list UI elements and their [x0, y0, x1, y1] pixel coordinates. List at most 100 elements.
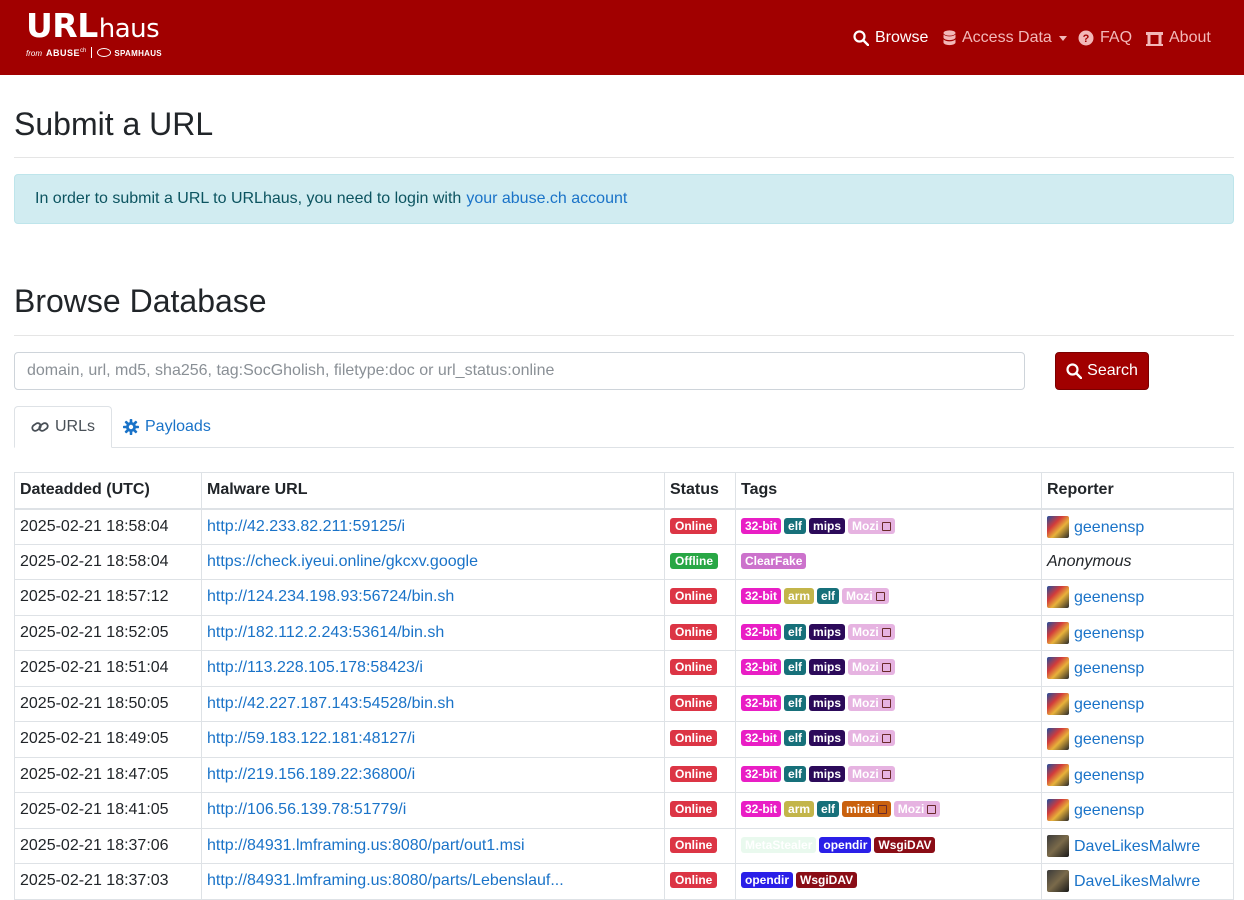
tag-badge[interactable]: Mozi: [848, 623, 895, 640]
nav-browse[interactable]: Browse: [853, 26, 928, 50]
tag-badge[interactable]: elf: [817, 801, 840, 818]
tag-badge[interactable]: mips: [809, 765, 846, 782]
tag-badge[interactable]: arm: [784, 588, 815, 605]
reporter-link[interactable]: geenensp: [1074, 625, 1144, 642]
tag-badge[interactable]: Mozi: [848, 765, 895, 782]
tag-badge[interactable]: 32-bit: [741, 801, 782, 818]
gear-icon: [123, 419, 139, 435]
tag-badge[interactable]: elf: [784, 659, 807, 676]
tag-badge[interactable]: Mozi: [893, 801, 941, 818]
avatar: [1047, 728, 1069, 751]
tag-badge[interactable]: MetaStealer: [741, 836, 817, 853]
cell-malware-url: http://219.156.189.22:36800/i: [201, 756, 665, 793]
cell-dateadded: 2025-02-21 18:37:03: [14, 863, 202, 900]
tag-badge[interactable]: elf: [784, 517, 807, 534]
tag-badge[interactable]: elf: [784, 694, 807, 711]
cell-status: Online: [664, 827, 736, 864]
malware-url-link[interactable]: http://59.183.122.181:48127/i: [207, 730, 415, 747]
nav-faq[interactable]: ? FAQ: [1078, 26, 1132, 50]
reporter-anonymous: Anonymous: [1047, 552, 1132, 570]
tag-badge[interactable]: WsgiDAV: [796, 872, 858, 889]
cell-dateadded: 2025-02-21 18:58:04: [14, 508, 202, 545]
malware-url-link[interactable]: http://42.227.187.143:54528/bin.sh: [207, 695, 454, 712]
tag-badge[interactable]: mips: [809, 517, 846, 534]
tag-badge[interactable]: Mozi: [842, 588, 889, 605]
nav-about-label: About: [1169, 29, 1211, 46]
tag-badge[interactable]: 32-bit: [741, 730, 782, 747]
tag-label: 32-bit: [745, 589, 778, 604]
tab-payloads[interactable]: Payloads: [107, 406, 227, 448]
col-dateadded[interactable]: Dateadded (UTC): [14, 472, 202, 510]
tag-badge[interactable]: Mozi: [848, 659, 895, 676]
cell-reporter: geenensp: [1041, 721, 1234, 758]
urlhaus-logo[interactable]: URLhaus from ABUSEch SPAMHAUS: [26, 6, 162, 58]
col-status[interactable]: Status: [664, 472, 736, 510]
tag-badge[interactable]: elf: [784, 623, 807, 640]
external-link-icon: [881, 521, 891, 531]
malware-url-link[interactable]: http://84931.lmframing.us:8080/part/out1…: [207, 837, 525, 854]
reporter-link[interactable]: DaveLikesMalwre: [1074, 838, 1200, 855]
tag-badge[interactable]: WsgiDAV: [874, 836, 936, 853]
tag-badge[interactable]: 32-bit: [741, 517, 782, 534]
reporter-link[interactable]: geenensp: [1074, 802, 1144, 819]
nav-browse-label: Browse: [875, 29, 929, 46]
tag-label: Mozi: [852, 731, 879, 746]
tag-badge[interactable]: 32-bit: [741, 659, 782, 676]
tag-badge[interactable]: Mozi: [848, 694, 895, 711]
cell-tags: 32-bit arm elf mirai Mozi: [735, 792, 1042, 829]
abuse-account-link[interactable]: your abuse.ch account: [466, 190, 627, 208]
malware-url-link[interactable]: http://182.112.2.243:53614/bin.sh: [207, 624, 444, 641]
tag-label: 32-bit: [745, 731, 778, 746]
tag-label: ClearFake: [745, 553, 803, 568]
reporter-link[interactable]: geenensp: [1074, 731, 1144, 748]
tag-badge[interactable]: ClearFake: [741, 552, 807, 569]
tag-badge[interactable]: 32-bit: [741, 588, 782, 605]
col-malware-url[interactable]: Malware URL: [201, 472, 665, 510]
tag-badge[interactable]: mips: [809, 623, 846, 640]
nav-about[interactable]: About: [1146, 26, 1211, 50]
tag-badge[interactable]: mips: [809, 659, 846, 676]
tag-badge[interactable]: mips: [809, 694, 846, 711]
tag-badge[interactable]: Mozi: [848, 730, 895, 747]
tab-urls[interactable]: URLs: [14, 406, 113, 448]
reporter-link[interactable]: geenensp: [1074, 589, 1144, 606]
col-tags[interactable]: Tags: [735, 472, 1042, 510]
reporter-link[interactable]: DaveLikesMalwre: [1074, 873, 1200, 890]
tag-badge[interactable]: opendir: [741, 872, 793, 889]
reporter-link[interactable]: geenensp: [1074, 519, 1144, 536]
tag-badge[interactable]: 32-bit: [741, 694, 782, 711]
tag-badge[interactable]: arm: [784, 801, 815, 818]
tag-label: arm: [788, 589, 811, 604]
tag-badge[interactable]: elf: [817, 588, 840, 605]
cell-reporter: DaveLikesMalwre: [1041, 863, 1234, 900]
tag-badge[interactable]: mirai: [842, 801, 891, 818]
table-row: 2025-02-21 18:58:04 http://42.233.82.211:…: [14, 508, 1234, 545]
tag-badge[interactable]: elf: [784, 765, 807, 782]
tag-badge[interactable]: elf: [784, 730, 807, 747]
malware-url-link[interactable]: http://124.234.198.93:56724/bin.sh: [207, 588, 454, 605]
malware-url-link[interactable]: http://84931.lmframing.us:8080/parts/Leb…: [207, 872, 564, 889]
tag-badge[interactable]: mips: [809, 730, 846, 747]
malware-url-link[interactable]: http://113.228.105.178:58423/i: [207, 659, 423, 676]
tag-badge[interactable]: 32-bit: [741, 765, 782, 782]
reporter-link[interactable]: geenensp: [1074, 767, 1144, 784]
tag-badge[interactable]: 32-bit: [741, 623, 782, 640]
cell-malware-url: http://124.234.198.93:56724/bin.sh: [201, 579, 665, 616]
cell-malware-url: http://84931.lmframing.us:8080/part/out1…: [201, 827, 665, 864]
nav-access-data-dropdown[interactable]: Access Data: [943, 26, 1067, 50]
malware-url-link[interactable]: http://219.156.189.22:36800/i: [207, 766, 415, 783]
malware-url-link[interactable]: https://check.iyeui.online/gkcxv.google: [207, 553, 478, 570]
reporter-link[interactable]: geenensp: [1074, 660, 1144, 677]
col-reporter[interactable]: Reporter: [1041, 472, 1234, 510]
link-icon: [31, 422, 49, 432]
tag-badge[interactable]: Mozi: [848, 517, 895, 534]
reporter-link[interactable]: geenensp: [1074, 696, 1144, 713]
tag-label: elf: [788, 624, 803, 639]
table-row: 2025-02-21 18:49:05 http://59.183.122.181…: [14, 721, 1234, 758]
cell-dateadded: 2025-02-21 18:49:05: [14, 721, 202, 758]
search-input[interactable]: [14, 352, 1025, 390]
tag-badge[interactable]: opendir: [819, 836, 872, 853]
malware-url-link[interactable]: http://106.56.139.78:51779/i: [207, 801, 406, 818]
search-button[interactable]: Search: [1055, 352, 1149, 390]
malware-url-link[interactable]: http://42.233.82.211:59125/i: [207, 518, 405, 535]
